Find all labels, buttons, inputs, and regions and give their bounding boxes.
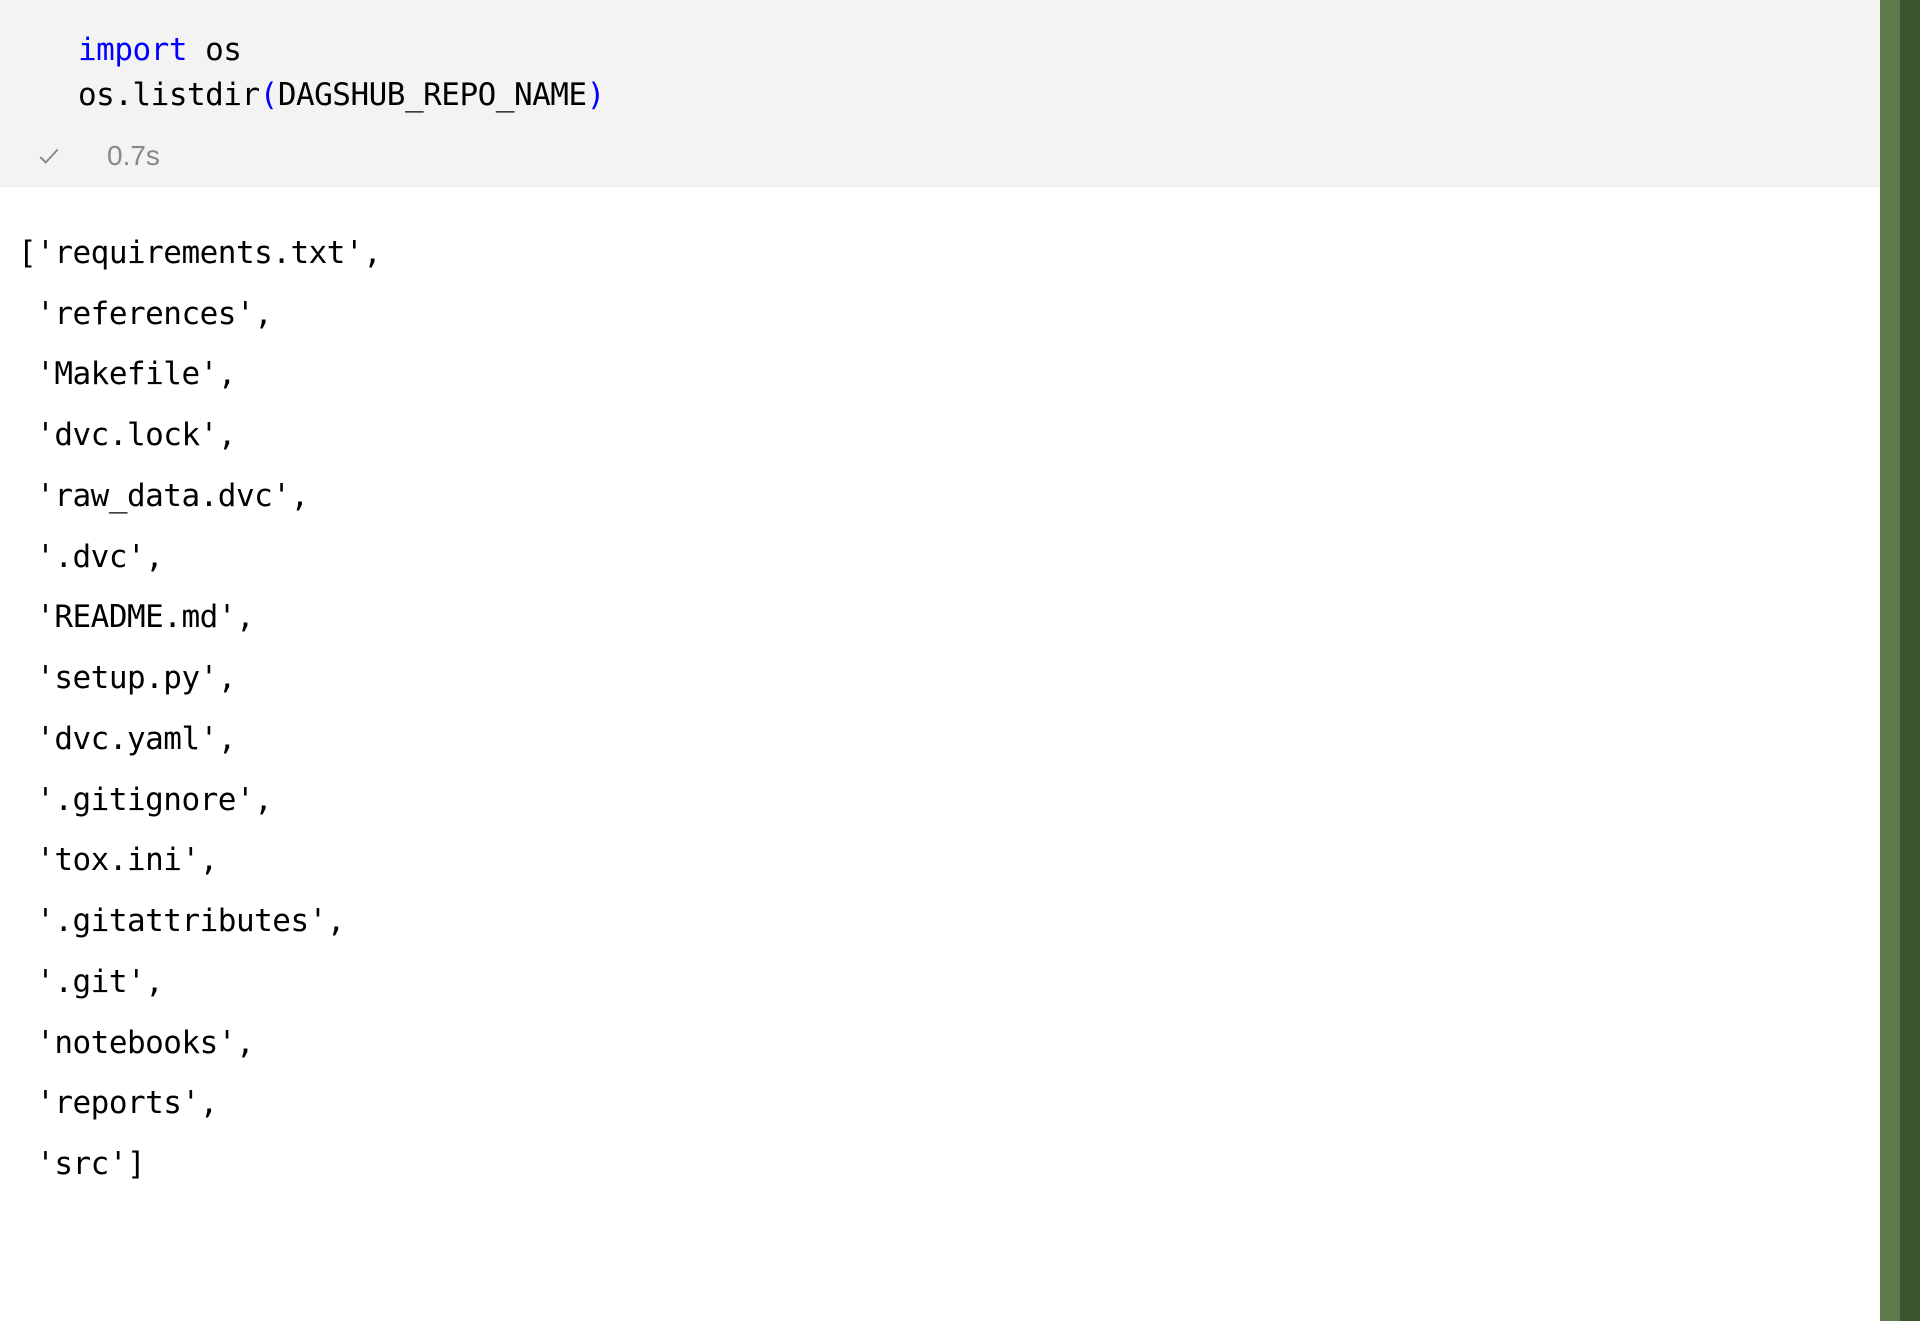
output-line: 'dvc.lock',	[18, 405, 1920, 466]
output-line: 'dvc.yaml',	[18, 709, 1920, 770]
output-line: '.gitignore',	[18, 770, 1920, 831]
cell-output-area: ['requirements.txt', 'references', 'Make…	[0, 187, 1920, 1195]
output-line: 'tox.ini',	[18, 830, 1920, 891]
code-text: os.listdir	[78, 77, 260, 113]
notebook-cell-container: import os os.listdir(DAGSHUB_REPO_NAME) …	[0, 0, 1920, 1321]
code-line-2: os.listdir(DAGSHUB_REPO_NAME)	[78, 73, 1920, 118]
cell-input-area[interactable]: import os os.listdir(DAGSHUB_REPO_NAME) …	[0, 0, 1920, 187]
check-icon	[35, 142, 63, 170]
output-line: 'Makefile',	[18, 344, 1920, 405]
keyword-import: import	[78, 32, 187, 68]
output-line: 'notebooks',	[18, 1013, 1920, 1074]
execution-status-bar: 0.7s	[0, 132, 1920, 186]
output-line: '.dvc',	[18, 527, 1920, 588]
code-block[interactable]: import os os.listdir(DAGSHUB_REPO_NAME)	[0, 28, 1920, 132]
code-text: DAGSHUB_REPO_NAME	[278, 77, 587, 113]
code-line-1: import os	[78, 28, 1920, 73]
output-line: 'references',	[18, 284, 1920, 345]
paren-close: )	[587, 77, 605, 113]
output-line: '.gitattributes',	[18, 891, 1920, 952]
output-line: '.git',	[18, 952, 1920, 1013]
output-line: 'raw_data.dvc',	[18, 466, 1920, 527]
code-text: os	[187, 32, 242, 68]
output-line: 'src']	[18, 1134, 1920, 1195]
output-line: 'README.md',	[18, 587, 1920, 648]
execution-time: 0.7s	[87, 140, 160, 172]
output-line: 'reports',	[18, 1073, 1920, 1134]
output-line: 'setup.py',	[18, 648, 1920, 709]
paren-open: (	[260, 77, 278, 113]
output-line: ['requirements.txt',	[18, 223, 1920, 284]
scrollbar-track[interactable]	[1880, 0, 1920, 1321]
